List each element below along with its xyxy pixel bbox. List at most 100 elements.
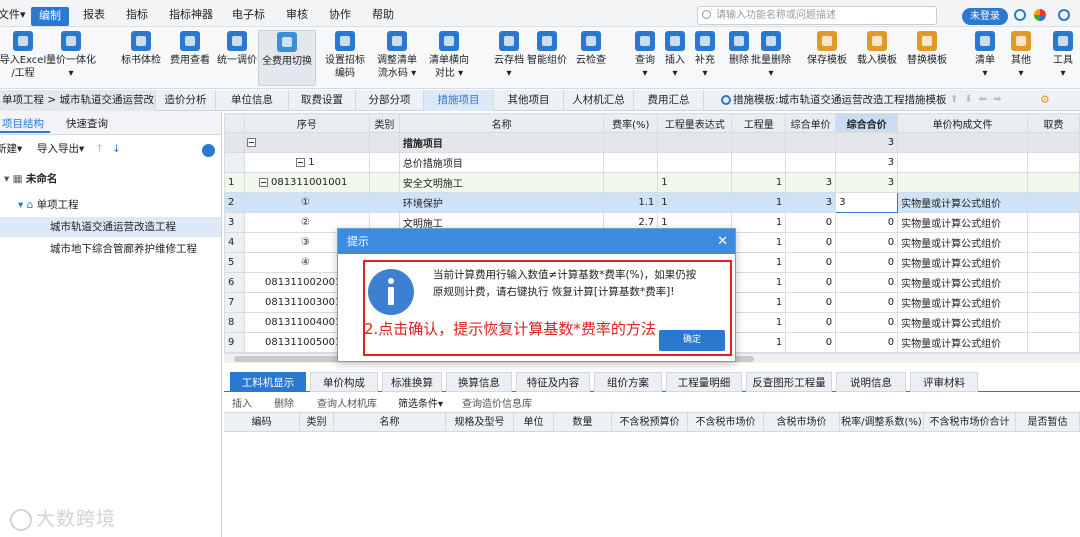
detail-tool-3[interactable]: 筛选条件▾ [398, 395, 443, 410]
menu-help[interactable]: 帮助 [372, 6, 394, 24]
cell-idx[interactable]: 1 [224, 172, 245, 193]
cell-idx[interactable]: 6 [224, 272, 245, 293]
toolbar-button-16[interactable]: 批量删除 ▾ [744, 30, 798, 80]
cell-file[interactable]: 实物量或计算公式组价 [897, 232, 1029, 253]
refresh-icon[interactable] [1014, 9, 1026, 21]
cell-expr[interactable] [657, 132, 733, 153]
toolbar-button-19[interactable]: 替换模板 [900, 30, 954, 67]
detail-column-header[interactable]: 规格及型号 [446, 413, 514, 432]
column-header[interactable]: 序号 [243, 113, 370, 133]
detail-column-header[interactable]: 含税市场价 [764, 413, 840, 432]
cell-unit[interactable]: 0 [785, 292, 837, 313]
detail-tab-5[interactable]: 组价方案 [594, 372, 662, 392]
detail-column-header[interactable]: 是否暂估 [1016, 413, 1080, 432]
cell-cat[interactable] [368, 132, 400, 153]
cell-unit[interactable]: 0 [785, 312, 837, 333]
menu-index-tool[interactable]: 指标神器 [169, 6, 213, 24]
new-button[interactable]: 新建▾ [0, 139, 22, 159]
move-up-icon[interactable]: ↑ [95, 139, 104, 159]
menu-report[interactable]: 报表 [83, 6, 105, 24]
cell-file[interactable]: 实物量或计算公式组价 [897, 252, 1029, 273]
cell-total[interactable]: 0 [835, 252, 899, 273]
detail-tool-1[interactable]: 删除 [274, 395, 294, 410]
cell-rate[interactable] [603, 132, 659, 153]
cell-total[interactable]: 0 [835, 292, 899, 313]
cell-name[interactable]: 环境保护 [398, 192, 605, 213]
cell-qty[interactable]: 1 [731, 172, 787, 193]
ok-button[interactable]: 确定 [659, 330, 725, 351]
cell-fee[interactable] [1027, 312, 1080, 333]
cell-fee[interactable] [1027, 272, 1080, 293]
cell-fee[interactable] [1027, 172, 1080, 193]
menu-audit[interactable]: 审核 [286, 6, 308, 24]
cell-qty[interactable]: 1 [731, 312, 787, 333]
cell-total[interactable]: 0 [835, 212, 899, 233]
cell-rate[interactable]: 1.1 [603, 192, 659, 213]
cell-unit[interactable]: 0 [785, 232, 837, 253]
cell-file[interactable] [897, 152, 1029, 173]
cell-qty[interactable]: 1 [731, 252, 787, 273]
cell-name[interactable]: 安全文明施工 [398, 172, 605, 193]
function-search-input[interactable]: 请输入功能名称或问题描述 [697, 6, 937, 25]
help-icon[interactable] [1058, 9, 1070, 21]
cell-unit[interactable]: 0 [785, 332, 837, 353]
settings-icon[interactable]: ⚙ [1040, 93, 1050, 106]
column-header[interactable]: 工程量 [731, 113, 787, 133]
cell-idx[interactable]: 7 [224, 292, 245, 313]
collapse-toggle-icon[interactable] [258, 177, 268, 187]
cell-fee[interactable] [1027, 192, 1080, 213]
cell-file[interactable]: 实物量或计算公式组价 [897, 212, 1029, 233]
apps-icon[interactable] [1034, 9, 1046, 21]
toolbar-button-17[interactable]: 保存模板 [800, 30, 854, 67]
cell-rate[interactable] [603, 172, 659, 193]
cell-unit[interactable]: 0 [785, 272, 837, 293]
tab-4[interactable]: 措施项目 [424, 90, 494, 111]
move-down-icon[interactable]: ↓ [112, 139, 121, 159]
table-row[interactable]: 1 总价措施项目 3 [224, 152, 1080, 173]
table-row[interactable]: 2 ① 环境保护 1.1 1 1 3 3 实物量或计算公式组价 [224, 192, 1080, 213]
cell-idx[interactable] [224, 152, 245, 173]
measure-template-label[interactable]: 措施模板:城市轨道交通运营改造工程措施模板 [717, 90, 957, 111]
cell-name[interactable]: 措施项目 [398, 132, 605, 153]
cell-total[interactable]: 0 [835, 332, 899, 353]
cell-fee[interactable] [1027, 152, 1080, 173]
cell-cat[interactable] [368, 152, 400, 173]
detail-tab-9[interactable]: 评审材料 [910, 372, 978, 392]
cell-rate[interactable] [603, 152, 659, 173]
detail-tab-3[interactable]: 换算信息 [446, 372, 512, 392]
toolbar-button-3[interactable]: 费用查看 [163, 30, 217, 67]
detail-column-header[interactable]: 不含税市场价合计 [924, 413, 1016, 432]
cell-expr[interactable]: 1 [657, 192, 733, 213]
cell-seq[interactable]: ① [243, 192, 370, 213]
cell-file[interactable]: 实物量或计算公式组价 [897, 332, 1029, 353]
cell-file[interactable]: 实物量或计算公式组价 [897, 292, 1029, 313]
tab-3[interactable]: 分部分项 [356, 90, 424, 111]
import-export-button[interactable]: 导入导出▾ [37, 139, 84, 159]
cell-qty[interactable]: 1 [731, 292, 787, 313]
cell-total[interactable]: 0 [835, 312, 899, 333]
cell-fee[interactable] [1027, 132, 1080, 153]
menu-file[interactable]: 文件▾ [0, 6, 26, 24]
toolbar-button-11[interactable]: 云检查 [564, 30, 618, 67]
cell-expr[interactable] [657, 152, 733, 173]
tab-2[interactable]: 取费设置 [289, 90, 356, 111]
cell-idx[interactable]: 8 [224, 312, 245, 333]
toolbar-button-2[interactable]: 标书体检 [114, 30, 168, 67]
menu-collab[interactable]: 协作 [329, 6, 351, 24]
detail-tab-4[interactable]: 特征及内容 [516, 372, 590, 392]
column-header[interactable]: 综合合价 [835, 113, 899, 133]
cell-fee[interactable] [1027, 292, 1080, 313]
tab-1[interactable]: 单位信息 [216, 90, 289, 111]
cell-file[interactable] [897, 172, 1029, 193]
toolbar-button-4[interactable]: 统一调价 [210, 30, 264, 67]
detail-column-header[interactable]: 单位 [514, 413, 554, 432]
toolbar-button-5[interactable]: 全费用切换 [258, 30, 316, 86]
tab-0[interactable]: 造价分析 [156, 90, 216, 111]
detail-tab-1[interactable]: 单价构成 [310, 372, 378, 392]
cell-qty[interactable]: 1 [731, 232, 787, 253]
tab-6[interactable]: 人材机汇总 [564, 90, 634, 111]
cell-idx[interactable]: 2 [224, 192, 245, 213]
detail-tool-4[interactable]: 查询造价信息库 [462, 395, 532, 410]
cell-total[interactable]: 0 [835, 272, 899, 293]
collapse-toggle-icon[interactable] [246, 137, 256, 147]
